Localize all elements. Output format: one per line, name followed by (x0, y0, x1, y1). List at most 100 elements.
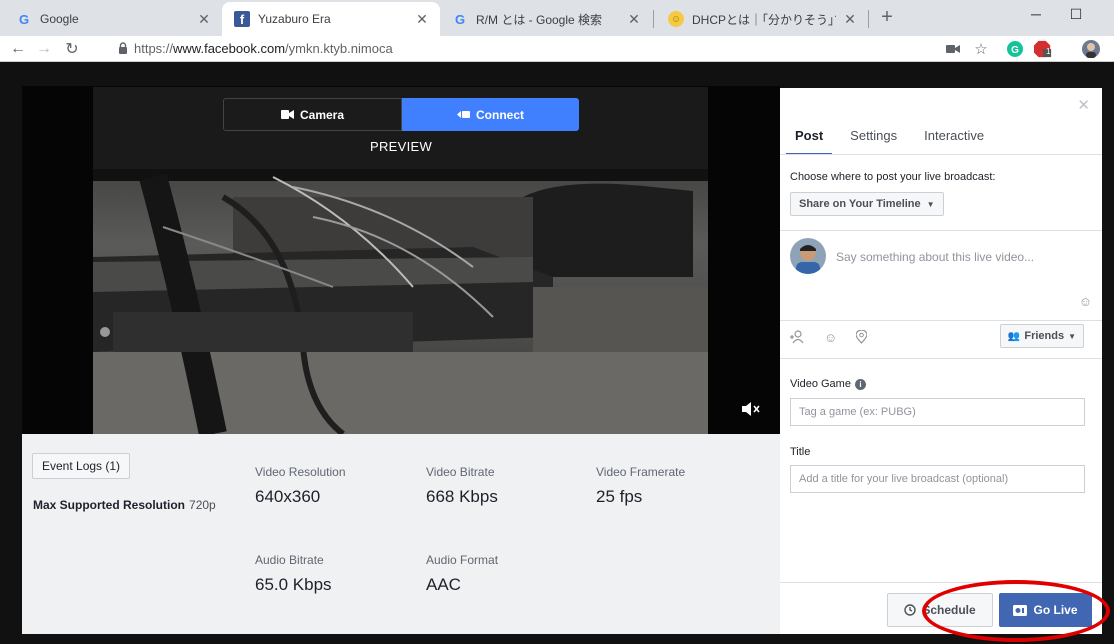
camera-indicator-icon[interactable] (944, 40, 962, 58)
friends-icon: 👥 (1007, 330, 1021, 342)
camera-label: Camera (299, 107, 345, 122)
audio-format-stat: Audio Format AAC (426, 553, 498, 595)
avatar (790, 238, 826, 274)
max-resolution: Max Supported Resolution 720p (33, 498, 216, 512)
smiley-icon: ☺ (668, 11, 684, 27)
minimize-icon[interactable]: ─ (1018, 0, 1054, 28)
url-host: www.facebook.com (173, 41, 286, 56)
go-live-label: Go Live (1033, 603, 1078, 617)
grammarly-icon[interactable]: G (1006, 40, 1024, 58)
stat-value: 25 fps (596, 487, 643, 506)
video-resolution-stat: Video Resolution 640x360 (255, 465, 346, 507)
browser-tab-bar: G Google ✕ f Yuzaburo Era ✕ G R/M とは - G… (0, 0, 1114, 36)
mute-icon[interactable] (742, 402, 760, 419)
tab-dhcp[interactable]: ☺ DHCPとは｜｢分かりそう｣で｢分から ✕ (656, 2, 868, 36)
go-live-button[interactable]: Go Live (999, 593, 1092, 627)
post-destination-label: Choose where to post your live broadcast… (790, 171, 996, 183)
tab-close-icon[interactable]: ✕ (196, 11, 212, 28)
stat-label: Audio Bitrate (255, 553, 324, 567)
stat-label: Audio Format (426, 553, 499, 567)
live-video-icon (1013, 604, 1028, 616)
close-icon[interactable]: ✕ (1077, 96, 1090, 114)
audience-value: Friends (1024, 330, 1065, 342)
svg-text:G: G (1011, 45, 1019, 56)
divider (780, 230, 1102, 231)
stat-value: 668 Kbps (426, 487, 498, 506)
tab-facebook[interactable]: f Yuzaburo Era ✕ (222, 2, 440, 36)
event-logs-button[interactable]: Event Logs (1) (32, 453, 131, 479)
divider (780, 154, 1102, 155)
google-g-icon: G (18, 11, 30, 27)
reload-icon[interactable]: ↻ (62, 39, 82, 59)
caret-down-icon: ▼ (1068, 331, 1076, 341)
video-game-label: Video Game i (790, 378, 866, 390)
preview-label: PREVIEW (369, 139, 433, 154)
adblock-icon[interactable]: 1 (1034, 40, 1052, 58)
tab-title: R/M とは - Google 検索 (476, 12, 603, 27)
schedule-button[interactable]: Schedule (887, 593, 993, 627)
panel-tabs: Post Settings Interactive (786, 128, 1002, 155)
video-game-input[interactable] (790, 398, 1085, 426)
feeling-icon[interactable]: ☺ (824, 330, 837, 345)
stat-value: 65.0 Kbps (255, 575, 332, 594)
url-field[interactable]: https://www.facebook.com/ymkn.ktyb.nimoc… (134, 41, 393, 56)
forward-icon[interactable]: → (34, 39, 54, 59)
stat-label: Video Framerate (596, 465, 686, 479)
tab-separator (653, 10, 654, 28)
location-pin-icon[interactable] (855, 329, 868, 347)
stat-value: 640x360 (255, 487, 321, 506)
url-path: /ymkn.ktyb.nimoca (285, 41, 393, 56)
connect-icon (457, 111, 470, 118)
audience-selector[interactable]: 👥 Friends ▼ (999, 324, 1084, 348)
url-scheme: https:// (134, 41, 174, 56)
audio-bitrate-stat: Audio Bitrate 65.0 Kbps (255, 553, 332, 595)
connect-button[interactable]: Connect (402, 98, 579, 131)
tab-post[interactable]: Post (786, 128, 833, 155)
back-icon[interactable]: ← (8, 39, 28, 59)
video-game-label-text: Video Game (790, 378, 851, 390)
tab-google-search[interactable]: G R/M とは - Google 検索 ✕ (440, 2, 652, 36)
lock-icon (119, 42, 127, 54)
tab-close-icon[interactable]: ✕ (626, 11, 642, 28)
connect-label: Connect (476, 107, 524, 122)
stat-value: AAC (426, 575, 461, 594)
divider (780, 358, 1102, 359)
caret-down-icon: ▼ (926, 199, 935, 209)
video-bitrate-stat: Video Bitrate 668 Kbps (426, 465, 498, 507)
new-tab-icon[interactable]: + (876, 6, 898, 29)
tab-interactive[interactable]: Interactive (915, 128, 993, 155)
share-target-value: Share on Your Timeline (799, 198, 921, 210)
star-icon[interactable]: ☆ (972, 40, 990, 58)
tab-close-icon[interactable]: ✕ (414, 11, 430, 28)
video-camera-icon (280, 110, 294, 119)
share-target-dropdown[interactable]: Share on Your Timeline ▼ (790, 192, 944, 216)
address-bar: ← → ↻ https://www.facebook.com/ymkn.ktyb… (0, 36, 1114, 62)
tab-google[interactable]: G Google ✕ (4, 2, 222, 36)
emoji-icon[interactable]: ☺ (1079, 294, 1092, 309)
divider (780, 320, 1102, 321)
stream-stats-panel: Event Logs (1) Max Supported Resolution 7… (22, 434, 780, 634)
source-toggle: Camera Connect (223, 98, 579, 131)
tab-close-icon[interactable]: ✕ (842, 11, 858, 28)
tab-separator (868, 10, 869, 28)
title-label: Title (790, 446, 811, 458)
stat-label: Video Bitrate (426, 465, 495, 479)
tab-title: Yuzaburo Era (258, 12, 331, 26)
tab-settings[interactable]: Settings (841, 128, 906, 155)
camera-button[interactable]: Camera (223, 98, 402, 131)
stat-label: Video Resolution (255, 465, 346, 479)
video-framerate-stat: Video Framerate 25 fps (596, 465, 685, 507)
title-input[interactable] (790, 465, 1085, 493)
profile-avatar[interactable] (1082, 40, 1100, 58)
extension-badge: 1 (1046, 47, 1051, 56)
divider (780, 582, 1102, 583)
tab-title: Google (40, 12, 79, 26)
tag-people-icon[interactable] (790, 330, 804, 347)
max-resolution-value: 720p (189, 498, 216, 512)
maximize-icon[interactable]: ☐ (1058, 0, 1094, 28)
schedule-label: Schedule (922, 603, 976, 617)
info-icon[interactable]: i (854, 378, 866, 390)
live-settings-panel: ✕ Post Settings Interactive Choose where… (780, 88, 1102, 634)
clock-icon (904, 604, 917, 616)
status-input[interactable]: Say something about this live video... (836, 250, 1034, 264)
